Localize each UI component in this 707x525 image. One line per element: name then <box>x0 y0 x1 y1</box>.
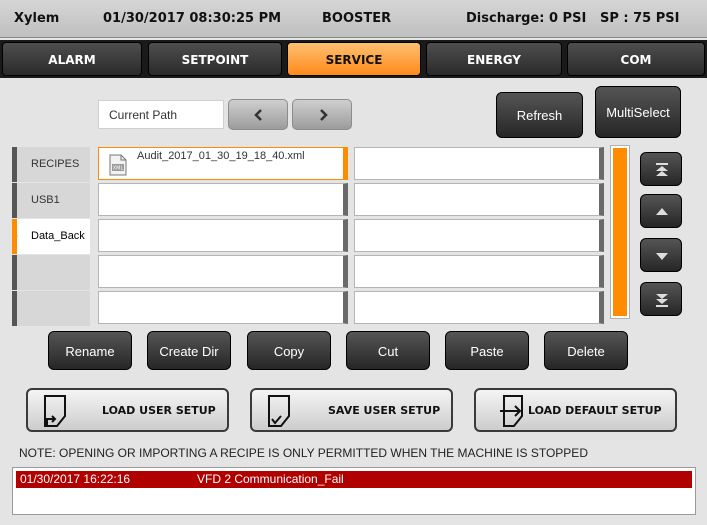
load-user-setup-label: LOAD USER SETUP <box>102 404 216 417</box>
scroll-bottom-button[interactable] <box>640 282 682 316</box>
import-file-icon <box>500 395 523 427</box>
file-name: Audit_2017_01_30_19_18_40.xml <box>137 150 305 162</box>
save-user-setup-label: SAVE USER SETUP <box>328 404 441 417</box>
scroll-up-button[interactable] <box>640 194 682 228</box>
back-button[interactable] <box>228 99 288 130</box>
file-cell[interactable] <box>354 255 604 288</box>
sidebar-item-data-back[interactable]: Data_Back <box>12 219 90 254</box>
tab-com[interactable]: COM <box>567 42 705 76</box>
sidebar-item-recipes[interactable]: RECIPES <box>12 147 90 182</box>
setpoint-label: SP : 75 PSI <box>600 11 680 26</box>
chevron-right-icon <box>320 109 328 121</box>
tab-setpoint[interactable]: SETPOINT <box>148 42 282 76</box>
load-user-setup-button[interactable]: LOAD USER SETUP <box>26 388 229 432</box>
recipe-note: NOTE: OPENING OR IMPORTING A RECIPE IS O… <box>19 446 588 460</box>
scroll-down-icon <box>656 253 668 260</box>
file-cell[interactable] <box>354 219 604 252</box>
sidebar-item-empty[interactable] <box>12 255 90 290</box>
file-cell[interactable] <box>98 183 348 216</box>
scroll-bottom-icon <box>656 294 668 307</box>
alarm-timestamp: 01/30/2017 16:22:16 <box>20 472 131 486</box>
scroll-up-icon <box>656 208 668 215</box>
file-cell[interactable] <box>354 291 604 324</box>
alarm-list: 01/30/2017 16:22:16 VFD 2 Communication_… <box>12 467 696 515</box>
alarm-row[interactable]: 01/30/2017 16:22:16 VFD 2 Communication_… <box>16 471 692 488</box>
current-path-label: Current Path <box>98 100 224 129</box>
datetime-label: 01/30/2017 08:30:25 PM <box>103 11 282 26</box>
forward-button[interactable] <box>292 99 352 130</box>
alarm-message: VFD 2 Communication_Fail <box>197 472 344 486</box>
file-cell[interactable] <box>354 147 604 180</box>
status-header: Xylem 01/30/2017 08:30:25 PM BOOSTER Dis… <box>0 0 707 38</box>
svg-text:XML: XML <box>113 166 124 172</box>
save-user-setup-button[interactable]: SAVE USER SETUP <box>250 388 453 432</box>
file-cell[interactable] <box>354 183 604 216</box>
file-cell[interactable] <box>98 255 348 288</box>
save-file-icon <box>268 395 290 427</box>
file-cell[interactable] <box>98 219 348 252</box>
sidebar-item-empty[interactable] <box>12 291 90 326</box>
scroll-top-icon <box>656 163 668 176</box>
load-default-setup-label: LOAD DEFAULT SETUP <box>528 404 662 417</box>
xml-file-icon: XML <box>109 154 127 176</box>
delete-button[interactable]: Delete <box>544 331 628 370</box>
chevron-left-icon <box>254 109 262 121</box>
file-cell[interactable]: XML Audit_2017_01_30_19_18_40.xml <box>98 147 348 180</box>
paste-button[interactable]: Paste <box>445 331 529 370</box>
sidebar-item-usb1[interactable]: USB1 <box>12 183 90 218</box>
rename-button[interactable]: Rename <box>48 331 132 370</box>
file-cell[interactable] <box>98 291 348 324</box>
main-tabs: ALARM SETPOINT SERVICE ENERGY COM <box>0 40 707 78</box>
service-screen: Xylem 01/30/2017 08:30:25 PM BOOSTER Dis… <box>0 0 707 525</box>
tab-service[interactable]: SERVICE <box>287 42 421 76</box>
refresh-button[interactable]: Refresh <box>496 92 583 138</box>
load-default-setup-button[interactable]: LOAD DEFAULT SETUP <box>474 388 677 432</box>
brand-label: Xylem <box>14 11 60 26</box>
scroll-down-button[interactable] <box>640 238 682 272</box>
tab-energy[interactable]: ENERGY <box>426 42 562 76</box>
mode-label: BOOSTER <box>322 11 392 26</box>
load-file-icon <box>44 395 66 427</box>
create-dir-button[interactable]: Create Dir <box>147 331 231 370</box>
tab-alarm[interactable]: ALARM <box>2 42 142 76</box>
file-list-scrollbar[interactable] <box>610 145 630 319</box>
discharge-label: Discharge: 0 PSI <box>466 11 587 26</box>
copy-button[interactable]: Copy <box>247 331 331 370</box>
cut-button[interactable]: Cut <box>346 331 430 370</box>
multiselect-button[interactable]: MultiSelect <box>595 86 681 138</box>
scroll-top-button[interactable] <box>640 152 682 186</box>
